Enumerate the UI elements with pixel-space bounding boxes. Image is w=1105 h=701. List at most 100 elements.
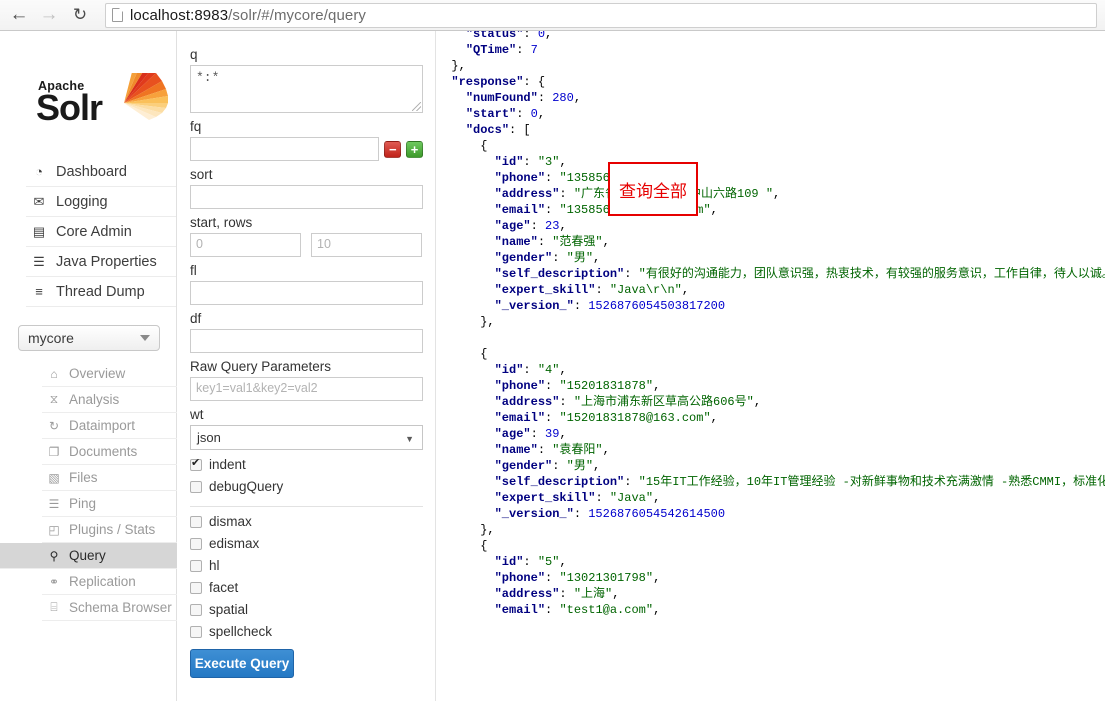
json-line: "self_description": "15年IT工作经验，10年IT管理经验… [494, 475, 1105, 489]
fl-input[interactable] [190, 281, 423, 305]
sidebar-item-java-properties[interactable]: ☰ Java Properties [26, 247, 176, 277]
json-line [437, 330, 1105, 346]
sidebar-item-plugins-stats[interactable]: ◰ Plugins / Stats [42, 517, 177, 543]
core-selector-wrap: mycore [18, 325, 160, 351]
json-line: "age": 39, [494, 427, 567, 441]
json-line: }, [437, 523, 495, 537]
response-json: "status": 0, "QTime": 7 }, "response": {… [437, 31, 1105, 618]
solr-logo[interactable]: Apache Solr [28, 71, 168, 133]
sidebar-item-ping[interactable]: ☰ Ping [42, 491, 177, 517]
spellcheck-toggle[interactable]: spellcheck [190, 624, 423, 639]
fq-label: fq [190, 119, 202, 134]
address-bar[interactable]: localhost:8983/solr/#/mycore/query [105, 2, 1097, 28]
dashboard-icon: ◔ [35, 164, 43, 179]
sidebar-item-dashboard[interactable]: ◔ Dashboard [26, 157, 176, 187]
sidebar-item-label: Ping [69, 496, 97, 511]
annotation-box: 查询全部 [608, 162, 698, 216]
overview-home-icon: ⌂ [50, 366, 58, 381]
solr-admin-page: Apache Solr ◔ Dashboard ✉ Logging ▤ Core… [0, 31, 1105, 701]
spellcheck-checkbox[interactable] [190, 625, 202, 638]
dismax-toggle[interactable]: dismax [190, 514, 423, 529]
sidebar-item-replication[interactable]: ⚭ Replication [42, 569, 177, 595]
fq-input[interactable] [190, 137, 380, 161]
spatial-label: spatial [209, 602, 249, 617]
facet-checkbox[interactable] [190, 581, 202, 594]
plugins-stats-icon: ◰ [48, 522, 60, 537]
analysis-funnel-icon: ⧖ [49, 392, 59, 406]
fq-remove-button[interactable]: − [384, 140, 402, 158]
core-selector[interactable]: mycore [18, 325, 160, 351]
sidebar-item-label: Plugins / Stats [69, 522, 156, 537]
facet-toggle[interactable]: facet [190, 580, 423, 595]
fq-add-button[interactable]: + [406, 140, 423, 158]
main-nav: ◔ Dashboard ✉ Logging ▤ Core Admin ☰ Jav… [26, 157, 176, 307]
start-input[interactable]: 0 [190, 233, 301, 257]
json-line: "gender": "男", [494, 459, 601, 473]
resize-handle-icon[interactable] [412, 102, 421, 111]
json-line: "phone": "15201831878", [494, 379, 661, 393]
sidebar-item-schema-browser[interactable]: ⌸ Schema Browser [42, 595, 177, 621]
sidebar-item-overview[interactable]: ⌂ Overview [42, 361, 177, 387]
json-line: "self_description": "有很好的沟通能力，团队意识强，热衷技术… [494, 267, 1105, 281]
sidebar-item-label: Replication [69, 574, 136, 589]
spatial-checkbox[interactable] [190, 603, 202, 616]
url-path: /solr/#/mycore/query [228, 6, 367, 24]
query-response-output[interactable]: "status": 0, "QTime": 7 }, "response": {… [437, 31, 1105, 701]
fl-label: fl [190, 263, 197, 278]
page-document-icon [112, 8, 123, 22]
execute-query-button[interactable]: Execute Query [190, 649, 294, 678]
start-rows-label: start, rows [190, 215, 253, 230]
sort-input[interactable] [190, 185, 423, 209]
logo-solr-text: Solr [36, 87, 103, 128]
annotation-text: 查询全部 [619, 181, 687, 202]
json-line: { [437, 539, 488, 553]
sidebar-item-analysis[interactable]: ⧖ Analysis [42, 387, 177, 413]
debugquery-checkbox[interactable] [190, 480, 202, 493]
sidebar-item-core-admin[interactable]: ▤ Core Admin [26, 217, 176, 247]
edismax-toggle[interactable]: edismax [190, 536, 423, 551]
spatial-toggle[interactable]: spatial [190, 602, 423, 617]
wt-select[interactable]: json ▼ [190, 425, 423, 450]
json-line: "address": "上海市浦东新区草高公路606号", [494, 395, 762, 409]
sidebar-item-label: Schema Browser [69, 600, 172, 615]
sidebar: Apache Solr ◔ Dashboard ✉ Logging ▤ Core… [0, 31, 177, 701]
facet-label: facet [209, 580, 239, 595]
json-line: "phone": "13021301798", [494, 571, 661, 585]
sidebar-item-thread-dump[interactable]: ≡ Thread Dump [26, 277, 176, 307]
json-line: "email": "test1@a.com", [494, 603, 661, 617]
core-nav: ⌂ Overview ⧖ Analysis ↻ Dataimport ❐ Doc… [0, 361, 177, 621]
reload-icon[interactable]: ↻ [65, 0, 95, 30]
forward-arrow-icon[interactable]: → [34, 0, 64, 30]
sidebar-item-query[interactable]: ⚲ Query [0, 543, 177, 569]
fq-row: − + [190, 137, 423, 161]
json-line: "phone": "13585617858", [494, 171, 661, 185]
json-line: "gender": "男", [494, 251, 601, 265]
sidebar-item-dataimport[interactable]: ↻ Dataimport [42, 413, 177, 439]
sidebar-item-documents[interactable]: ❐ Documents [42, 439, 177, 465]
df-input[interactable] [190, 329, 423, 353]
sidebar-item-label: Thread Dump [56, 283, 145, 300]
sidebar-item-label: Java Properties [56, 253, 157, 270]
back-arrow-icon[interactable]: ← [4, 0, 34, 30]
chevron-down-icon: ▼ [405, 434, 414, 444]
json-line: { [437, 347, 488, 361]
sidebar-item-label: Query [69, 548, 106, 563]
q-input[interactable]: *:* [190, 65, 423, 113]
sidebar-item-files[interactable]: ▧ Files [42, 465, 177, 491]
sidebar-item-label: Logging [56, 193, 108, 210]
indent-checkbox[interactable] [190, 457, 202, 471]
debugquery-toggle[interactable]: debugQuery [190, 479, 423, 494]
raw-query-parameters-input[interactable]: key1=val1&key2=val2 [190, 377, 423, 401]
rows-input[interactable]: 10 [311, 233, 422, 257]
hl-toggle[interactable]: hl [190, 558, 423, 573]
sidebar-item-logging[interactable]: ✉ Logging [26, 187, 176, 217]
json-line: }, [437, 315, 495, 329]
edismax-checkbox[interactable] [190, 537, 202, 550]
documents-icon: ❐ [48, 444, 60, 459]
dataimport-icon: ↻ [48, 418, 60, 433]
core-admin-icon: ▤ [32, 223, 46, 239]
indent-toggle[interactable]: indent [190, 457, 423, 472]
hl-checkbox[interactable] [190, 559, 202, 572]
sidebar-item-label: Files [69, 470, 98, 485]
dismax-checkbox[interactable] [190, 515, 202, 528]
